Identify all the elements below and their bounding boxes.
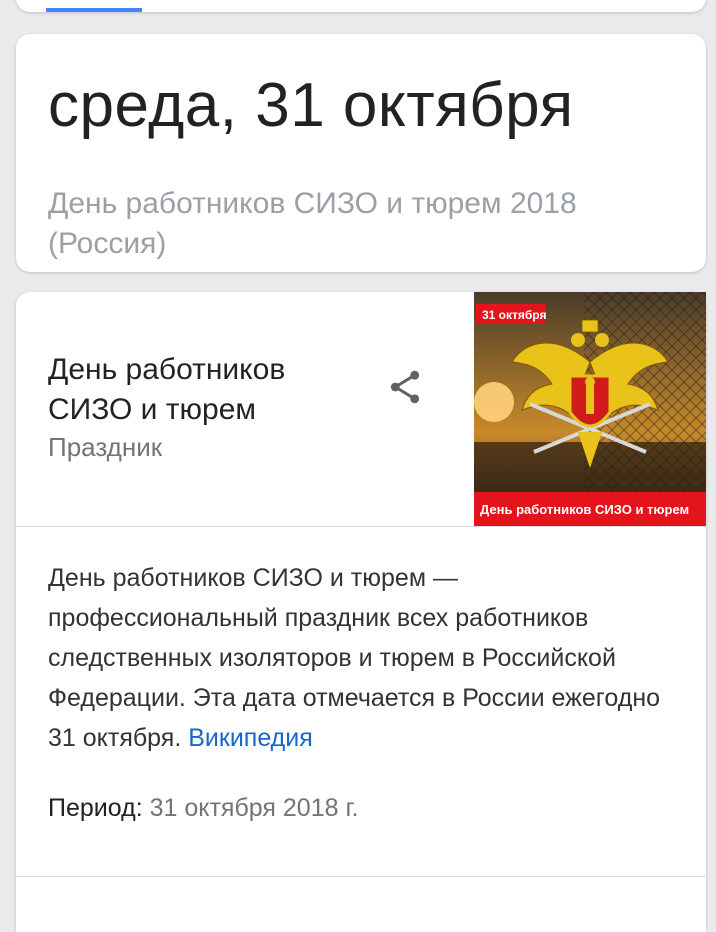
period-value: 31 октября 2018 г. xyxy=(149,794,359,822)
period-row: Период: 31 октября 2018 г. xyxy=(48,794,359,822)
previous-card xyxy=(16,0,706,12)
image-caption-bottom: День работников СИЗО и тюрем xyxy=(480,502,689,517)
holiday-image-graphic: 31 октября День работников СИЗО и тюрем xyxy=(474,292,706,526)
description-text: День работников СИЗО и тюрем — профессио… xyxy=(48,564,661,752)
panel-title: День работников СИЗО и тюрем xyxy=(48,353,286,426)
panel-divider xyxy=(16,526,706,527)
date-heading: среда, 31 октября xyxy=(48,71,574,140)
panel-type: Праздник xyxy=(48,432,163,462)
knowledge-panel: День работников СИЗО и тюрем Праздник 31… xyxy=(16,292,706,932)
image-caption-top: 31 октября xyxy=(482,308,546,322)
period-label: Период xyxy=(48,794,136,822)
wikipedia-link[interactable]: Википедия xyxy=(188,724,313,752)
share-icon xyxy=(390,370,420,404)
holiday-image[interactable]: 31 октября День работников СИЗО и тюрем xyxy=(474,292,706,526)
panel-bottom-divider xyxy=(16,876,706,877)
tab-indicator xyxy=(46,8,142,12)
share-button[interactable] xyxy=(382,364,428,410)
date-subtitle: День работников СИЗО и тюрем 2018 (Росси… xyxy=(48,187,577,260)
date-card: среда, 31 октября День работников СИЗО и… xyxy=(16,34,706,272)
panel-description: День работников СИЗО и тюрем — профессио… xyxy=(48,558,688,758)
